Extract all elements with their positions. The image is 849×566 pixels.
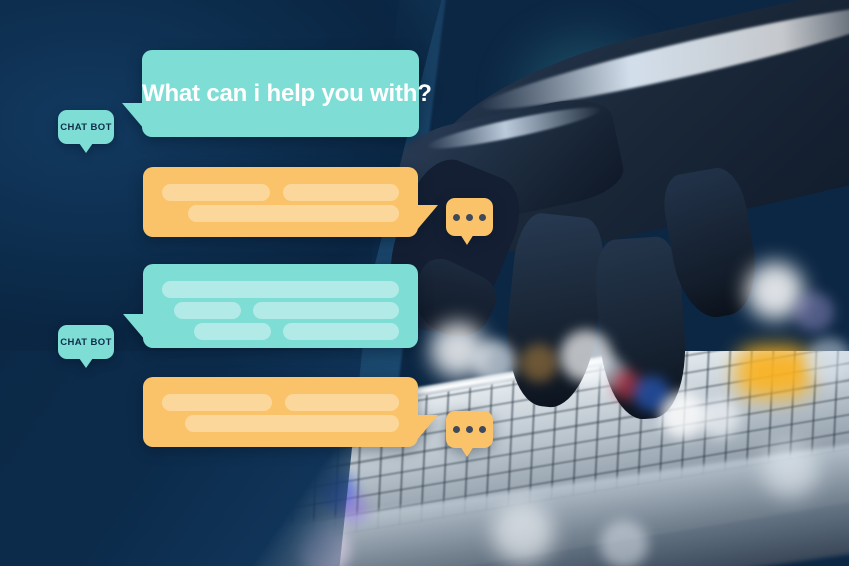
placeholder-row bbox=[162, 394, 399, 411]
placeholder-row bbox=[162, 323, 399, 340]
typing-indicator-tail bbox=[459, 234, 474, 245]
bubble-tail-left bbox=[123, 314, 145, 340]
chat-bot-badge-label: CHAT BOT bbox=[60, 121, 112, 133]
typing-indicator-tail bbox=[459, 446, 474, 457]
placeholder-bar bbox=[162, 184, 271, 201]
typing-indicator[interactable] bbox=[446, 411, 493, 457]
chat-bubble-bot[interactable]: What can i help you with? bbox=[122, 50, 432, 137]
chat-bubble-bot[interactable] bbox=[123, 264, 418, 348]
typing-dot bbox=[466, 213, 473, 221]
typing-dot bbox=[466, 426, 473, 433]
placeholder-bar bbox=[188, 205, 399, 222]
placeholder-bar bbox=[284, 394, 399, 411]
chat-bot-badge[interactable]: CHAT BOT bbox=[58, 325, 114, 368]
bubble-tail-right bbox=[416, 205, 438, 231]
typing-dot bbox=[479, 213, 486, 221]
placeholder-bar bbox=[174, 302, 241, 319]
placeholder-bar bbox=[162, 281, 399, 298]
scene-root: What can i help you with? CHAT BOT CHAT BO… bbox=[0, 0, 849, 566]
chat-conversation: What can i help you with? CHAT BOT CHAT BO… bbox=[0, 0, 849, 566]
placeholder-row bbox=[162, 205, 399, 222]
placeholder-row bbox=[162, 184, 399, 201]
typing-dot bbox=[453, 426, 460, 433]
bubble-text-wrap: What can i help you with? bbox=[142, 80, 432, 108]
placeholder-lines bbox=[143, 167, 418, 237]
bubble-message-text: What can i help you with? bbox=[142, 79, 432, 107]
chat-bubble-user[interactable] bbox=[143, 377, 438, 447]
placeholder-bar bbox=[253, 302, 399, 319]
placeholder-row bbox=[162, 281, 399, 298]
placeholder-bar bbox=[162, 394, 272, 411]
placeholder-lines bbox=[143, 264, 418, 348]
placeholder-bar bbox=[283, 323, 399, 340]
typing-dot bbox=[453, 213, 460, 221]
placeholder-row bbox=[162, 415, 399, 432]
badge-tail bbox=[79, 143, 93, 153]
placeholder-bar bbox=[283, 184, 399, 201]
chat-bubble-user[interactable] bbox=[143, 167, 438, 237]
chat-bot-badge[interactable]: CHAT BOT bbox=[58, 110, 114, 153]
badge-tail bbox=[79, 358, 93, 368]
typing-dot bbox=[479, 426, 486, 433]
bubble-tail-right bbox=[416, 415, 438, 441]
bubble-tail-left bbox=[122, 103, 144, 129]
placeholder-bar bbox=[185, 415, 399, 432]
chat-bot-badge-label: CHAT BOT bbox=[60, 336, 112, 348]
placeholder-lines bbox=[143, 377, 418, 447]
typing-indicator[interactable] bbox=[446, 198, 493, 245]
placeholder-row bbox=[162, 302, 399, 319]
placeholder-bar bbox=[194, 323, 272, 340]
